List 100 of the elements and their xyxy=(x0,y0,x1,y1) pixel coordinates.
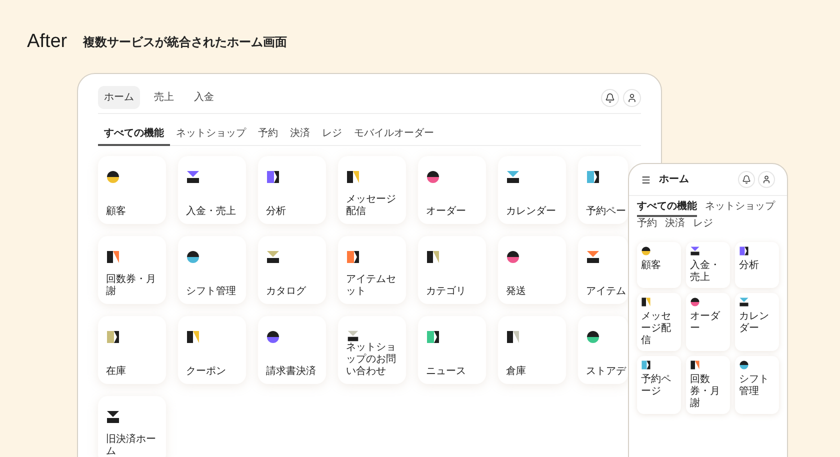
feature-card[interactable]: 予約ペー xyxy=(578,156,628,224)
category-tab[interactable]: 決済 xyxy=(284,126,316,146)
feature-card[interactable]: 請求書決済 xyxy=(258,316,326,384)
feature-card[interactable]: 倉庫 xyxy=(498,316,566,384)
card-label: 請求書決済 xyxy=(266,366,316,378)
geometric-icon xyxy=(186,250,200,264)
geometric-icon xyxy=(346,170,360,184)
nav-tab[interactable]: 入金 xyxy=(188,86,220,109)
card-label: シフト管理 xyxy=(739,374,770,398)
feature-card[interactable]: ニュース xyxy=(418,316,486,384)
geometric-icon xyxy=(641,360,651,370)
feature-card[interactable]: カタログ xyxy=(258,236,326,304)
feature-card[interactable]: オーダー xyxy=(686,293,730,351)
card-label: 顧客 xyxy=(641,260,662,272)
geometric-icon xyxy=(690,360,700,370)
card-label: アイテム xyxy=(586,286,626,298)
card-label: メッセージ配信 xyxy=(641,311,672,347)
category-tab[interactable]: ネットショップ xyxy=(170,126,252,146)
feature-card[interactable]: メッセージ配信 xyxy=(637,293,681,351)
nav-tab[interactable]: 売上 xyxy=(148,86,180,109)
feature-card[interactable]: クーポン xyxy=(178,316,246,384)
category-tab[interactable]: レジ xyxy=(316,126,348,146)
feature-card[interactable]: シフト管理 xyxy=(178,236,246,304)
feature-card[interactable]: 分析 xyxy=(258,156,326,224)
geometric-icon xyxy=(266,330,280,344)
geometric-icon xyxy=(106,250,120,264)
page-subtitle: 複数サービスが統合されたホーム画面 xyxy=(83,34,288,52)
user-icon[interactable] xyxy=(623,88,641,106)
card-label: 倉庫 xyxy=(506,366,526,378)
feature-card[interactable]: アイテム xyxy=(578,236,628,304)
feature-card[interactable]: 発送 xyxy=(498,236,566,304)
geometric-icon xyxy=(586,250,600,264)
geometric-icon xyxy=(586,170,600,184)
geometric-icon xyxy=(739,360,749,370)
feature-card[interactable]: 顧客 xyxy=(637,242,681,288)
geometric-icon xyxy=(346,250,360,264)
card-label: カタログ xyxy=(266,286,306,298)
geometric-icon xyxy=(426,170,440,184)
category-tab[interactable]: すべての機能 xyxy=(637,200,697,217)
feature-card[interactable]: 回数券・月謝 xyxy=(686,356,730,414)
card-label: アイテムセット xyxy=(346,274,397,298)
feature-card[interactable]: 在庫 xyxy=(98,316,166,384)
card-label: オーダー xyxy=(426,206,466,218)
feature-card[interactable]: 顧客 xyxy=(98,156,166,224)
geometric-icon xyxy=(506,250,520,264)
menu-icon[interactable] xyxy=(641,174,651,184)
feature-card[interactable]: 回数券・月謝 xyxy=(98,236,166,304)
category-tab[interactable]: ネットショップ xyxy=(705,200,775,217)
category-tab[interactable]: モバイルオーダー xyxy=(348,126,440,146)
card-label: 在庫 xyxy=(106,366,126,378)
geometric-icon xyxy=(690,246,700,256)
card-label: 回数券・月謝 xyxy=(106,274,157,298)
feature-card[interactable]: 分析 xyxy=(735,242,779,288)
geometric-icon xyxy=(106,170,120,184)
user-icon[interactable] xyxy=(758,171,775,188)
geometric-icon xyxy=(739,297,749,307)
category-tab[interactable]: レジ xyxy=(693,217,713,234)
feature-card[interactable]: メッセージ配信 xyxy=(338,156,406,224)
geometric-icon xyxy=(641,297,651,307)
card-label: 予約ペー xyxy=(586,206,626,218)
card-label: ニュース xyxy=(426,366,466,378)
feature-card[interactable]: 入金・売上 xyxy=(686,242,730,288)
geometric-icon xyxy=(186,330,200,344)
feature-card[interactable]: シフト管理 xyxy=(735,356,779,414)
card-label: 入金・売上 xyxy=(186,206,236,218)
geometric-icon xyxy=(506,170,520,184)
screen-title: ホーム xyxy=(659,173,689,187)
geometric-icon xyxy=(506,330,520,344)
feature-card[interactable]: ネットショップのお問い合わせ xyxy=(338,316,406,384)
card-label: カレンダー xyxy=(739,311,770,335)
feature-card[interactable]: 予約ページ xyxy=(637,356,681,414)
feature-card[interactable]: アイテムセット xyxy=(338,236,406,304)
category-tab[interactable]: すべての機能 xyxy=(98,126,170,146)
card-label: 発送 xyxy=(506,286,526,298)
card-label: 分析 xyxy=(266,206,286,218)
category-tab[interactable]: 決済 xyxy=(665,217,685,234)
feature-card[interactable]: カレンダー xyxy=(735,293,779,351)
notification-icon[interactable] xyxy=(601,88,619,106)
card-label: クーポン xyxy=(186,366,226,378)
geometric-icon xyxy=(186,170,200,184)
notification-icon[interactable] xyxy=(738,171,755,188)
category-tab[interactable]: 予約 xyxy=(252,126,284,146)
card-label: 分析 xyxy=(739,260,760,272)
card-label: 旧決済ホーム xyxy=(106,434,157,457)
card-label: 入金・売上 xyxy=(690,260,721,284)
card-label: ネットショップのお問い合わせ xyxy=(346,342,397,378)
geometric-icon xyxy=(586,330,600,344)
geometric-icon xyxy=(106,410,120,424)
feature-card[interactable]: カテゴリ xyxy=(418,236,486,304)
feature-card[interactable]: オーダー xyxy=(418,156,486,224)
feature-card[interactable]: カレンダー xyxy=(498,156,566,224)
card-label: 予約ページ xyxy=(641,374,672,398)
feature-card[interactable]: 旧決済ホーム xyxy=(98,396,166,457)
geometric-icon xyxy=(426,330,440,344)
feature-card[interactable]: ストアデ xyxy=(578,316,628,384)
card-label: 顧客 xyxy=(106,206,126,218)
category-tab[interactable]: 予約 xyxy=(637,217,657,234)
nav-tab[interactable]: ホーム xyxy=(98,86,140,109)
card-label: 回数券・月謝 xyxy=(690,374,721,410)
feature-card[interactable]: 入金・売上 xyxy=(178,156,246,224)
